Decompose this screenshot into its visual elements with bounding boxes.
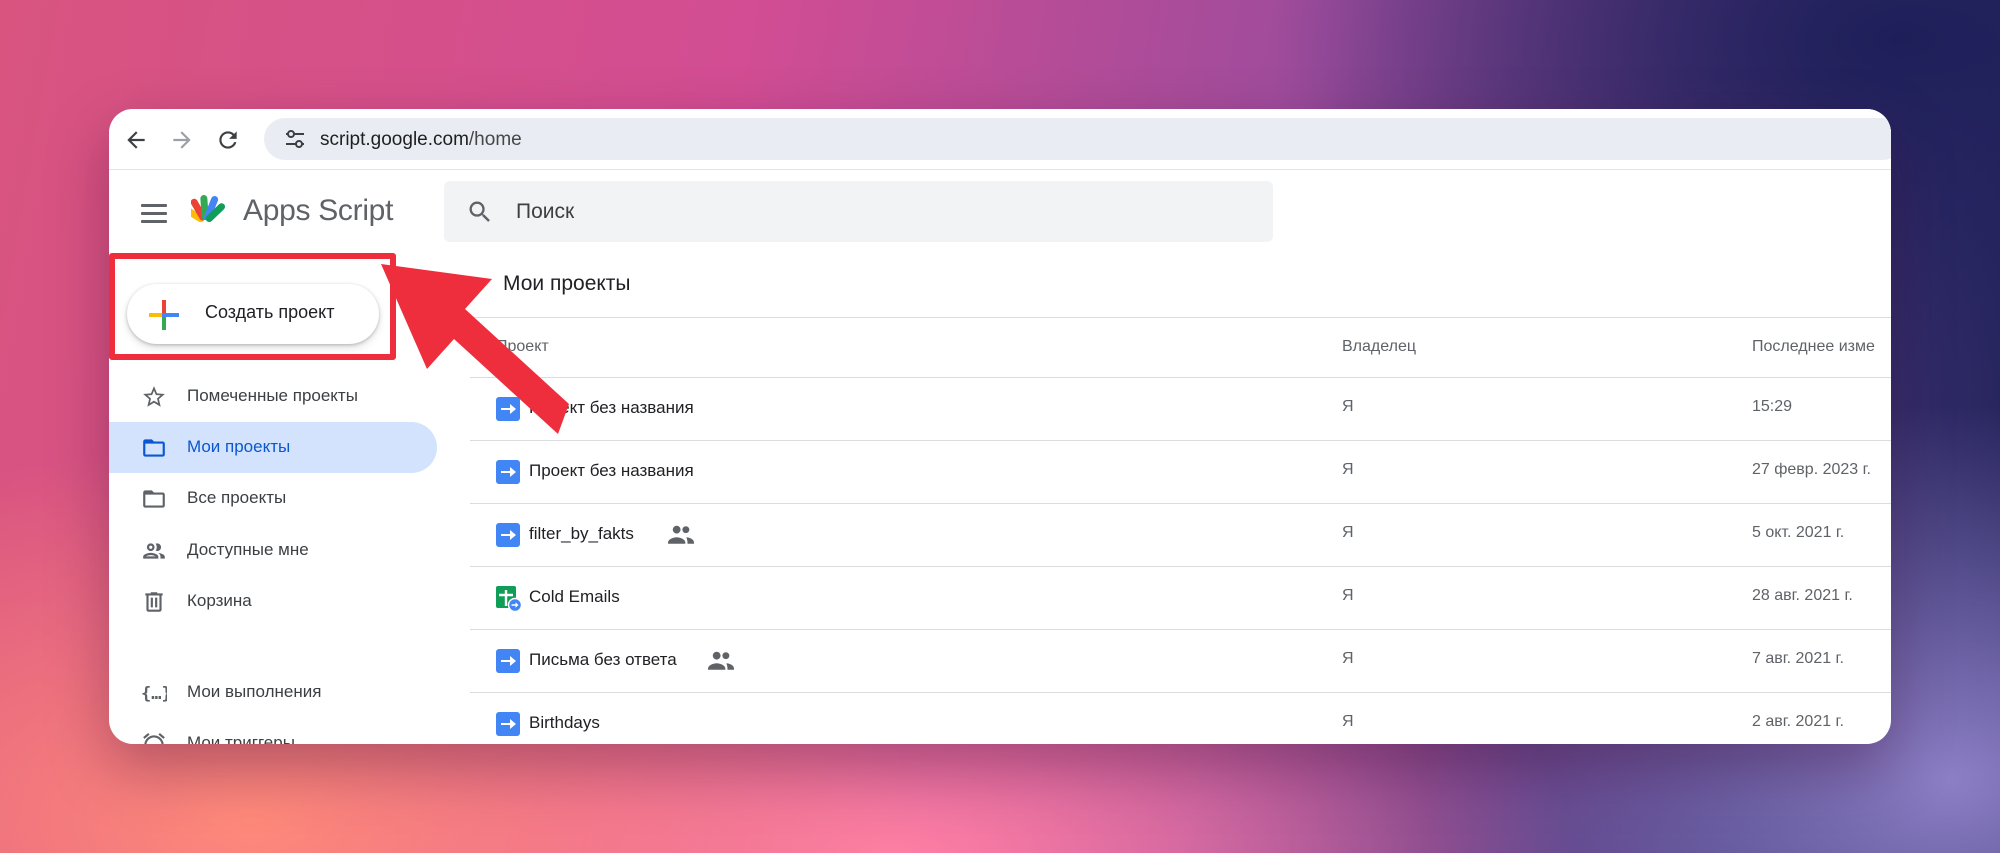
create-project-label: Создать проект: [205, 302, 335, 322]
folder-icon: [143, 490, 165, 508]
table-header: Проект Владелец Последнее изме: [470, 317, 1891, 378]
sidebar-item-label: Доступные мне: [187, 540, 309, 559]
sidebar-item-all-projects[interactable]: Все проекты: [109, 473, 437, 524]
project-modified: 27 февр. 2023 г.: [1752, 461, 1871, 478]
project-owner: Я: [1342, 587, 1354, 604]
project-owner: Я: [1342, 524, 1354, 541]
reload-icon: [219, 131, 237, 149]
shared-people-icon: [668, 525, 694, 544]
trash-icon: [145, 592, 163, 612]
url-text[interactable]: script.google.com/home: [320, 129, 522, 151]
script-file-icon: [496, 523, 520, 547]
app-title[interactable]: Apps Script: [243, 194, 393, 228]
project-owner: Я: [1342, 650, 1354, 667]
plus-icon: [149, 300, 179, 330]
apps-script-logo-icon: [191, 195, 226, 223]
arrow-right-icon: [173, 131, 191, 149]
sidebar-item-label: Мои проекты: [187, 437, 291, 456]
project-name[interactable]: filter_by_fakts: [529, 524, 634, 544]
project-name[interactable]: Cold Emails: [529, 587, 620, 607]
project-owner: Я: [1342, 398, 1354, 415]
sheets-script-icon: [496, 586, 522, 612]
sidebar-item-label: Мои выполнения: [187, 682, 322, 701]
page-title: Мои проекты: [503, 272, 631, 295]
project-modified: 7 авг. 2021 г.: [1752, 650, 1844, 667]
folder-icon: [143, 439, 165, 457]
search-icon[interactable]: [466, 198, 494, 226]
project-name[interactable]: Проект без названия: [529, 461, 694, 481]
arrow-left-icon: [127, 131, 145, 149]
create-button-highlight: Создать проект: [109, 253, 396, 360]
url-path: /home: [468, 129, 522, 150]
table-row[interactable]: Письма без ответа Я 7 авг. 2021 г.: [470, 630, 1891, 693]
alarm-icon: [143, 733, 165, 744]
create-project-button[interactable]: Создать проект: [127, 284, 379, 344]
table-row[interactable]: Проект без названия Я 27 февр. 2023 г.: [470, 441, 1891, 504]
project-modified: 2 авг. 2021 г.: [1752, 713, 1844, 730]
script-file-icon: [496, 460, 520, 484]
project-modified: 28 авг. 2021 г.: [1752, 587, 1853, 604]
sidebar-item-shared-with-me[interactable]: Доступные мне: [109, 525, 437, 576]
project-name[interactable]: Проект без названия: [529, 398, 694, 418]
url-host: script.google.com: [320, 129, 469, 150]
sidebar-item-my-projects[interactable]: Мои проекты: [109, 422, 437, 473]
sidebar-item-trash[interactable]: Корзина: [109, 576, 437, 627]
column-header-project[interactable]: Проект: [496, 338, 549, 356]
shared-people-icon: [708, 651, 734, 670]
project-modified: 5 окт. 2021 г.: [1752, 524, 1845, 541]
column-header-modified[interactable]: Последнее изме: [1752, 338, 1875, 356]
forward-button[interactable]: [169, 127, 195, 153]
table-row[interactable]: Cold Emails Я 28 авг. 2021 г.: [470, 567, 1891, 630]
project-owner: Я: [1342, 713, 1354, 730]
sidebar-item-triggers[interactable]: Мои триггеры: [109, 718, 437, 744]
table-row[interactable]: Birthdays Я 2 авг. 2021 г.: [470, 693, 1891, 744]
sidebar-item-executions[interactable]: {…} Мои выполнения: [109, 667, 437, 718]
sidebar-item-label: Все проекты: [187, 488, 287, 507]
executions-icon: {…}: [141, 684, 167, 704]
address-bar[interactable]: script.google.com/home: [264, 118, 1891, 160]
search-input[interactable]: [516, 197, 1216, 227]
script-file-icon: [496, 712, 520, 736]
sidebar-item-label: Мои триггеры: [187, 733, 295, 744]
people-icon: [143, 543, 165, 559]
project-owner: Я: [1342, 461, 1354, 478]
table-row[interactable]: filter_by_fakts Я 5 окт. 2021 г.: [470, 504, 1891, 567]
reload-button[interactable]: [215, 127, 241, 153]
back-button[interactable]: [123, 127, 149, 153]
sidebar-item-label: Корзина: [187, 591, 252, 610]
column-header-owner[interactable]: Владелец: [1342, 338, 1416, 356]
table-row[interactable]: Проект без названия Я 15:29: [470, 378, 1891, 441]
browser-window: script.google.com/home Apps Script Поиск…: [109, 109, 1891, 744]
sidebar-item-label: Помеченные проекты: [187, 386, 358, 405]
search-bar[interactable]: [444, 181, 1273, 242]
sidebar-item-starred[interactable]: Помеченные проекты: [109, 371, 437, 422]
project-name[interactable]: Birthdays: [529, 713, 600, 733]
browser-toolbar: script.google.com/home: [109, 109, 1891, 170]
star-icon: [143, 386, 165, 407]
project-name[interactable]: Письма без ответа: [529, 650, 677, 670]
project-modified: 15:29: [1752, 398, 1793, 415]
menu-icon[interactable]: [141, 204, 167, 224]
script-file-icon: [496, 397, 520, 421]
script-file-icon: [496, 649, 520, 673]
svg-text:{…}: {…}: [141, 684, 167, 704]
site-settings-icon[interactable]: [284, 129, 306, 149]
app-header: Apps Script: [109, 170, 1891, 255]
